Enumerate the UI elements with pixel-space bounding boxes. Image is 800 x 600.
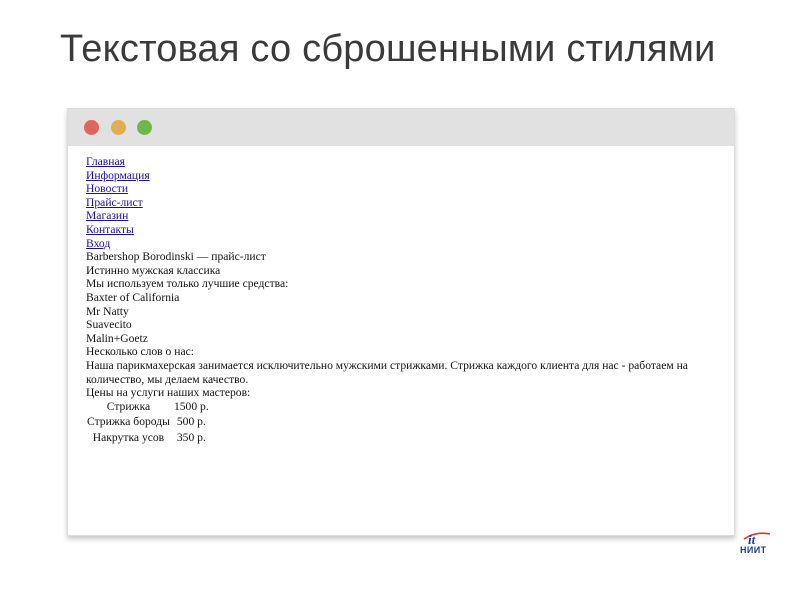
nav-link-login[interactable]: Вход xyxy=(86,237,110,251)
product-item: Mr Natty xyxy=(86,304,129,318)
logo-mark-text: it xyxy=(748,532,756,546)
about-heading: Несколько слов о нас: xyxy=(86,345,194,359)
page-heading: Barbershop Borodinski — прайс-лист xyxy=(86,250,266,264)
price-value: 1500 р. xyxy=(173,399,209,413)
browser-titlebar xyxy=(68,109,734,146)
table-row: Стрижка 1500 р. xyxy=(86,400,210,414)
price-service: Накрутка усов xyxy=(92,430,165,444)
close-window-dot[interactable] xyxy=(84,120,99,135)
nav-link-price-list[interactable]: Прайс-лист xyxy=(86,196,143,210)
slide-title: Текстовая со сброшенными стилями xyxy=(60,28,716,70)
product-item: Baxter of California xyxy=(86,290,180,304)
niit-logo-icon: it xyxy=(743,532,771,546)
nav-link-shop[interactable]: Магазин xyxy=(86,209,128,223)
price-value: 500 р. xyxy=(176,415,206,429)
prices-table: Стрижка 1500 р. Стрижка бороды 500 р. На… xyxy=(84,398,212,447)
about-text: Наша парикмахерская занимается исключите… xyxy=(86,358,688,386)
prices-heading: Цены на услуги наших мастеров: xyxy=(86,386,251,400)
browser-window: Главная Информация Новости Прайс-лист Ма… xyxy=(67,108,735,536)
maximize-window-dot[interactable] xyxy=(137,120,152,135)
main-nav: Главная Информация Новости Прайс-лист Ма… xyxy=(86,155,734,250)
price-service: Стрижка xyxy=(106,399,151,413)
page-content: Главная Информация Новости Прайс-лист Ма… xyxy=(68,146,734,446)
logo-text: НИИТ xyxy=(740,545,767,555)
price-value: 350 р. xyxy=(176,430,206,444)
price-service: Стрижка бороды xyxy=(87,415,170,429)
nav-link-contacts[interactable]: Контакты xyxy=(86,223,134,237)
product-item: Suavecito xyxy=(86,318,132,332)
tagline: Истинно мужская классика xyxy=(86,263,221,277)
niit-logo: it НИИТ xyxy=(738,530,774,558)
table-row: Стрижка бороды 500 р. xyxy=(86,415,210,429)
table-row: Накрутка усов 350 р. xyxy=(86,431,210,445)
nav-link-info[interactable]: Информация xyxy=(86,169,150,183)
product-item: Malin+Goetz xyxy=(86,331,148,345)
minimize-window-dot[interactable] xyxy=(111,120,126,135)
nav-link-news[interactable]: Новости xyxy=(86,182,128,196)
nav-link-home[interactable]: Главная xyxy=(86,155,125,169)
products-intro: Мы используем только лучшие средства: xyxy=(86,277,289,291)
